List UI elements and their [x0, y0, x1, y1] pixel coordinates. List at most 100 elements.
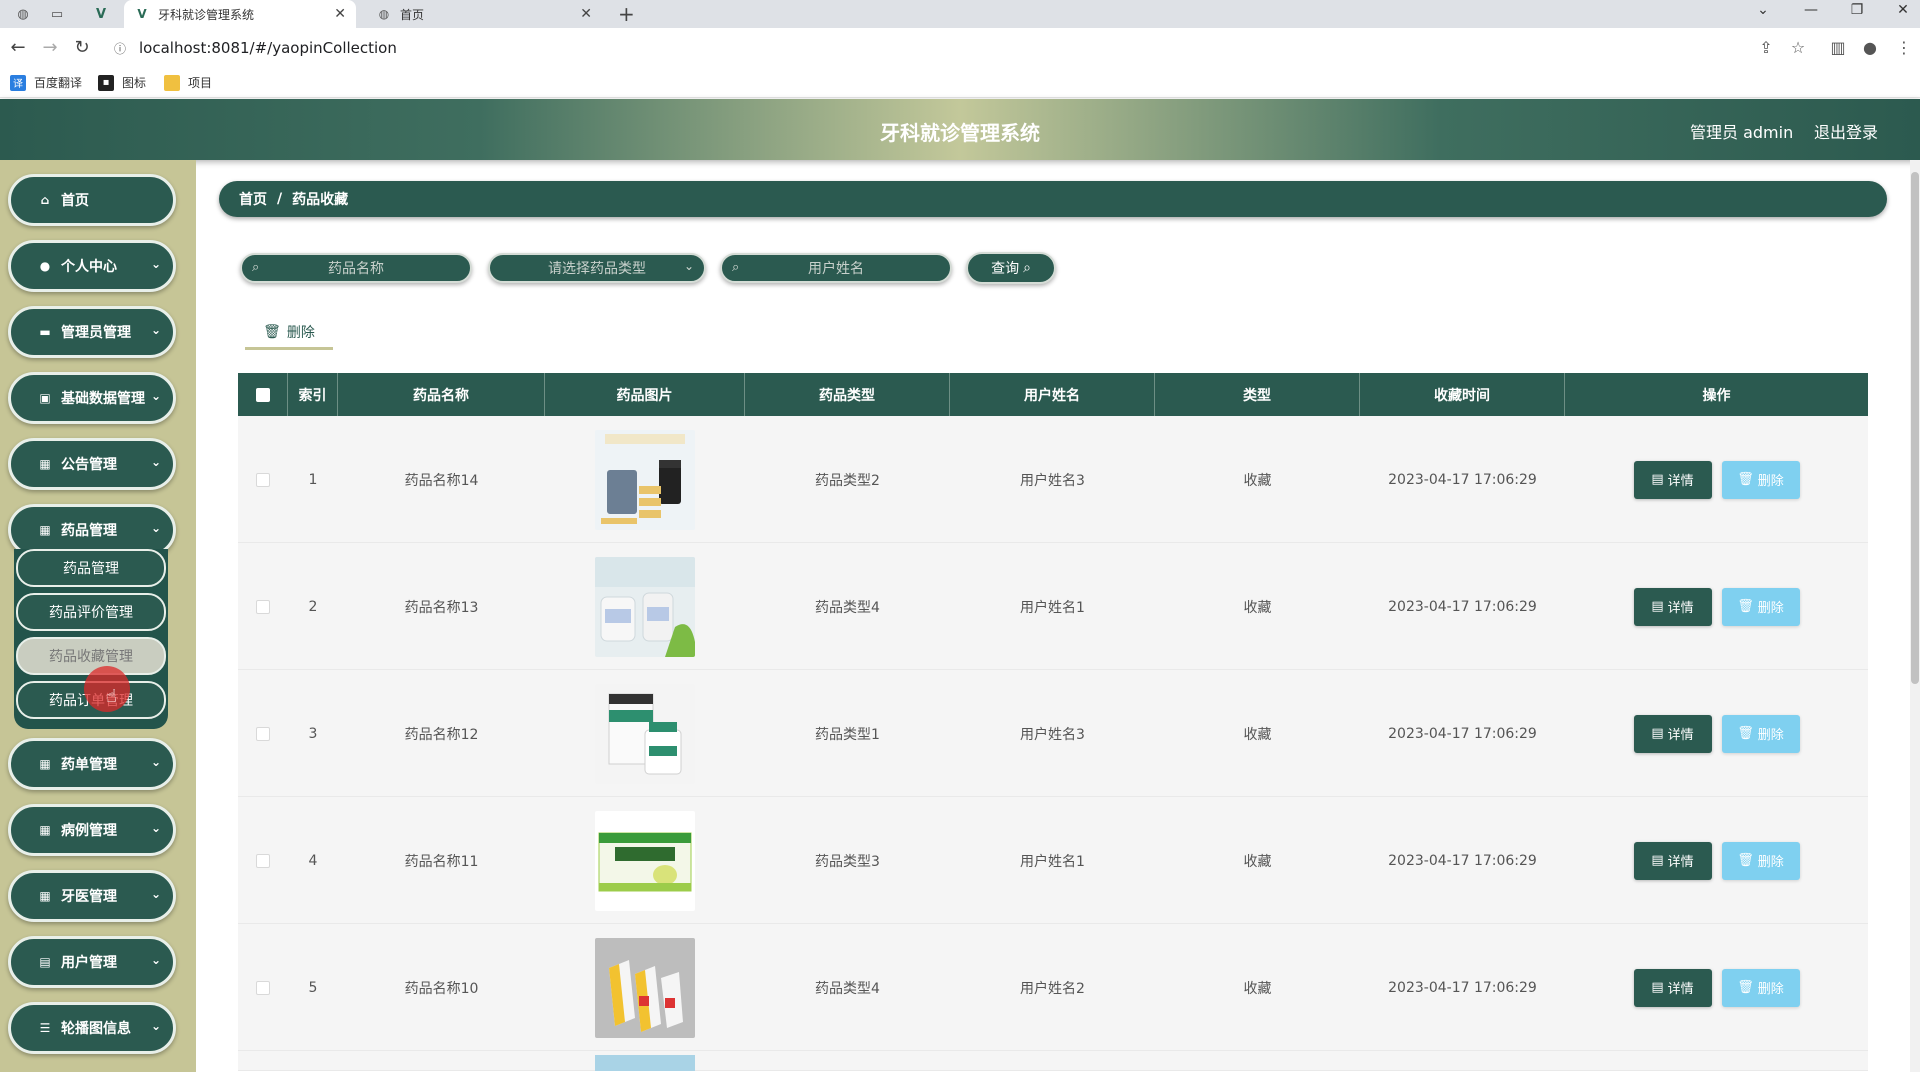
- medicine-type-select[interactable]: 请选择药品类型 ⌄: [488, 253, 706, 283]
- collection-time: 2023-04-17 17:06:29: [1388, 598, 1537, 615]
- page-scrollbar[interactable]: [1910, 160, 1920, 1072]
- chevron-up-icon: ⌄: [150, 521, 161, 535]
- breadcrumb-home[interactable]: 首页: [239, 189, 267, 209]
- sidebar-item-label: 药单管理: [61, 757, 117, 773]
- scrollbar-thumb[interactable]: [1911, 172, 1919, 684]
- collection-kind: 收藏: [1243, 472, 1272, 489]
- sidebar-item-users[interactable]: ▤ 用户管理 ⌄: [8, 936, 176, 988]
- forward-icon[interactable]: →: [38, 36, 62, 60]
- row-checkbox[interactable]: [256, 726, 270, 741]
- detail-button[interactable]: ▤ 详情: [1633, 587, 1712, 626]
- row-checkbox[interactable]: [256, 980, 270, 995]
- browser-tab-bar: ◍ ▭ V V 牙科就诊管理系统 ✕ ◍ 首页 ✕ + ⌄ — ❐ ✕: [0, 0, 1920, 28]
- user-name-search-input[interactable]: ⌕ 用户姓名: [720, 253, 952, 283]
- row-index: 4: [308, 852, 318, 869]
- sidebar-item-prescription[interactable]: ▦ 药单管理 ⌄: [8, 738, 176, 790]
- submenu-item-collection[interactable]: 药品收藏管理: [16, 637, 166, 675]
- sidebar-item-home[interactable]: ⌂ 首页: [8, 174, 176, 226]
- url-text[interactable]: localhost:8081/#/yaopinCollection: [139, 39, 397, 57]
- detail-label: 详情: [1667, 474, 1694, 489]
- delete-label: 删除: [1757, 474, 1784, 489]
- window-close-icon[interactable]: ✕: [1888, 2, 1918, 18]
- detail-button[interactable]: ▤ 详情: [1633, 841, 1712, 880]
- more-icon[interactable]: ⋮: [1892, 38, 1916, 58]
- info-icon[interactable]: ⓘ: [114, 40, 126, 57]
- sidebar-item-cases[interactable]: ▦ 病例管理 ⌄: [8, 804, 176, 856]
- delete-button[interactable]: 🗑 删除: [1721, 714, 1800, 753]
- chevron-down-icon: ⌄: [150, 455, 161, 469]
- medicine-name-search-input[interactable]: ⌕ 药品名称: [240, 253, 472, 283]
- restore-icon[interactable]: ❐: [1842, 2, 1872, 18]
- user-name: 用户姓名3: [1020, 726, 1085, 743]
- delete-button[interactable]: 🗑 删除: [1721, 968, 1800, 1007]
- row-checkbox[interactable]: [256, 599, 270, 614]
- tab-title: 首页: [400, 7, 425, 22]
- detail-button[interactable]: ▤ 详情: [1633, 714, 1712, 753]
- chevron-down-icon: ⌄: [150, 755, 161, 769]
- share-icon[interactable]: ⇪: [1754, 38, 1778, 58]
- delete-button[interactable]: 🗑 删除: [1721, 587, 1800, 626]
- delete-label: 删除: [286, 324, 315, 341]
- document-icon: ▤: [1651, 853, 1664, 868]
- sidebar-item-label: 首页: [61, 193, 89, 209]
- column-header: 用户姓名: [950, 373, 1155, 416]
- delete-button[interactable]: 🗑 删除: [1721, 841, 1800, 880]
- tab-title: 牙科就诊管理系统: [158, 7, 255, 22]
- select-all-cell: [238, 373, 288, 416]
- profile-icon[interactable]: ●: [1858, 38, 1882, 58]
- grid-icon: ▦: [39, 523, 51, 537]
- browser-tab[interactable]: ◍ 首页 ✕: [366, 0, 602, 28]
- select-all-checkbox[interactable]: [255, 387, 270, 402]
- placeholder-text: 请选择药品类型: [548, 261, 646, 277]
- placeholder-text: 药品名称: [328, 261, 384, 277]
- detail-button[interactable]: ▤ 详情: [1633, 968, 1712, 1007]
- star-icon[interactable]: ☆: [1786, 38, 1810, 58]
- submenu-item-medicine[interactable]: 药品管理: [16, 549, 166, 587]
- table-row: 2 药品名称13 药品类型4 用户姓名1 收藏 2023-04-17 17:06…: [238, 543, 1868, 670]
- sidebar-item-carousel[interactable]: ☰ 轮播图信息 ⌄: [8, 1002, 176, 1054]
- close-icon[interactable]: ✕: [334, 6, 346, 22]
- sidebar-item-notice[interactable]: ▦ 公告管理 ⌄: [8, 438, 176, 490]
- table-row: [238, 1051, 1868, 1071]
- sidebar-item-basedata[interactable]: ▣ 基础数据管理 ⌄: [8, 372, 176, 424]
- delete-button[interactable]: 🗑 删除: [1721, 460, 1800, 499]
- row-checkbox[interactable]: [256, 853, 270, 868]
- breadcrumb-current: 药品收藏: [292, 192, 349, 208]
- row-index: 2: [308, 598, 318, 615]
- blank-tab-icon[interactable]: ▭: [44, 4, 70, 24]
- admin-label: 管理员 admin: [1690, 123, 1794, 142]
- globe-icon[interactable]: ◍: [10, 4, 36, 24]
- bookmark-icons[interactable]: ▪ 图标: [98, 74, 146, 91]
- batch-delete-button[interactable]: 🗑 删除: [245, 316, 333, 350]
- logout-link[interactable]: 退出登录: [1814, 119, 1878, 143]
- sidebar-item-personal[interactable]: ● 个人中心 ⌄: [8, 240, 176, 292]
- detail-label: 详情: [1667, 855, 1694, 870]
- close-icon[interactable]: ✕: [580, 6, 592, 22]
- submenu-item-review[interactable]: 药品评价管理: [16, 593, 166, 631]
- trash-icon: 🗑: [263, 323, 281, 340]
- reload-icon[interactable]: ↻: [70, 36, 94, 60]
- document-icon: ▤: [1651, 980, 1664, 995]
- sidebar-item-admins[interactable]: ▬ 管理员管理 ⌄: [8, 306, 176, 358]
- vue-tab-icon[interactable]: V: [88, 4, 114, 24]
- bookmark-project[interactable]: 项目: [164, 74, 212, 91]
- vue-logo-icon: V: [137, 7, 147, 21]
- sidepanel-icon[interactable]: ▥: [1826, 38, 1850, 58]
- query-button[interactable]: 查询 ⌕: [966, 252, 1056, 284]
- bookmark-baidu[interactable]: 译 百度翻译: [10, 74, 82, 91]
- detail-button[interactable]: ▤ 详情: [1633, 460, 1712, 499]
- globe-icon: ◍: [378, 7, 390, 21]
- minimize-icon[interactable]: —: [1796, 2, 1826, 18]
- row-checkbox[interactable]: [256, 472, 270, 487]
- chevron-down-icon[interactable]: ⌄: [1748, 2, 1778, 18]
- medicine-name: 药品名称10: [404, 980, 479, 997]
- table-row: 1 药品名称14 药品类型2 用户姓名3 收藏 2023-04-17 17:06…: [238, 416, 1868, 543]
- new-tab-icon[interactable]: +: [618, 2, 635, 26]
- browser-tab-active[interactable]: V 牙科就诊管理系统 ✕: [124, 0, 356, 28]
- grid-icon: ▦: [39, 889, 51, 903]
- folder-icon: [164, 74, 180, 91]
- sidebar-item-dentists[interactable]: ▦ 牙医管理 ⌄: [8, 870, 176, 922]
- back-icon[interactable]: ←: [6, 36, 30, 60]
- sidebar-item-label: 轮播图信息: [61, 1021, 131, 1037]
- collection-kind: 收藏: [1243, 980, 1272, 997]
